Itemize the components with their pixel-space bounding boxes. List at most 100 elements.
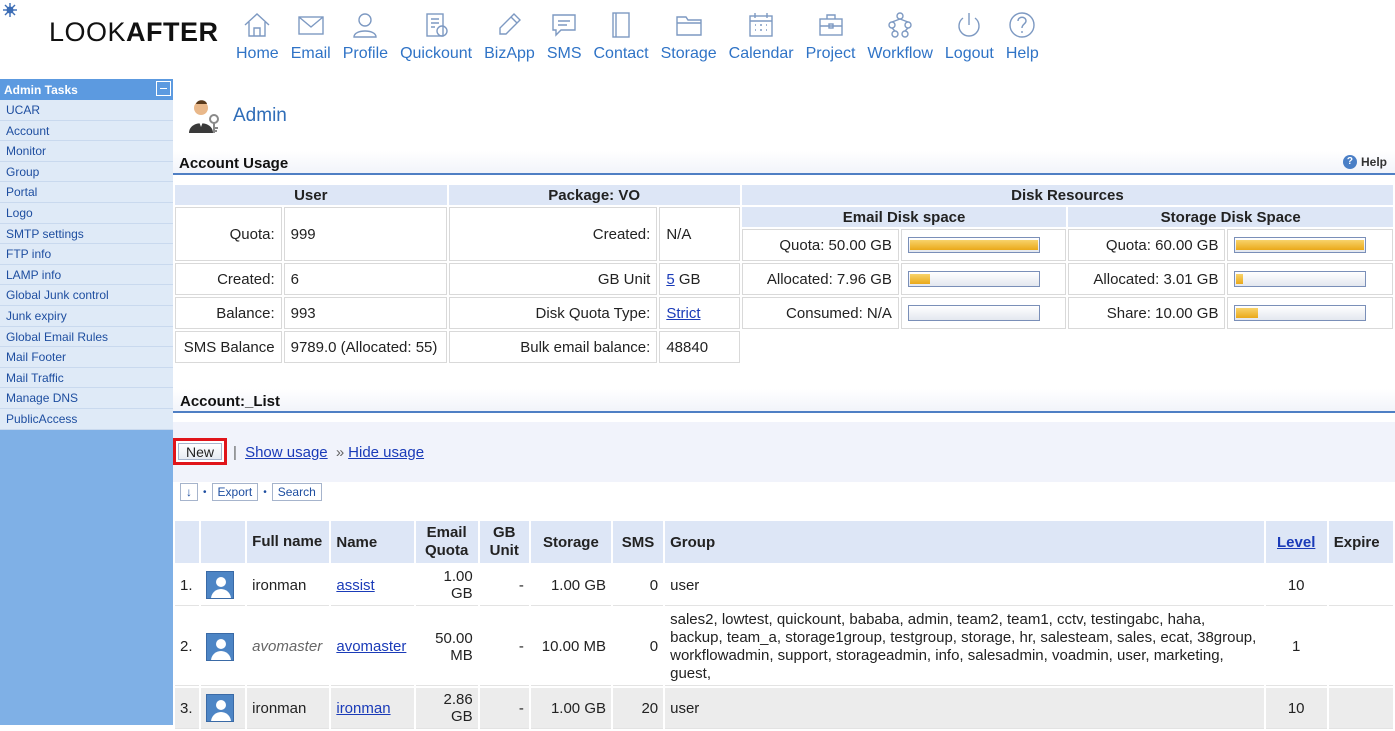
sidebar-item-portal[interactable]: Portal (0, 182, 173, 203)
page-title: Admin (233, 105, 287, 126)
table-row[interactable]: 1. ironman assist 1.00 GB - 1.00 GB 0 us… (175, 565, 1393, 606)
nav-contact-label: Contact (593, 45, 649, 62)
nav-storage-label: Storage (660, 45, 717, 62)
account-usage-title: Account Usage (179, 155, 289, 172)
level-cell: 10 (1265, 688, 1327, 729)
export-button[interactable]: Export (211, 483, 259, 501)
sidebar-item-ucar[interactable]: UCAR (0, 100, 173, 121)
email-disk-header: Email Disk space (741, 207, 1067, 227)
column-email-quota[interactable]: Email Quota (415, 521, 478, 563)
sms-cell: 0 (613, 565, 664, 606)
account-list-title: Account:_List (180, 393, 281, 410)
disk-resources-header: Disk Resources (741, 185, 1393, 205)
storage-quota-fill (1236, 240, 1365, 250)
email-consumed-bar (907, 305, 1040, 321)
sidebar-item-account[interactable]: Account (0, 121, 173, 142)
new-button[interactable]: New (178, 443, 222, 460)
sms-balance-value: 9789.0 (Allocated: 55) (283, 331, 447, 363)
storage-cell: 1.00 GB (530, 688, 611, 729)
column-name[interactable]: Name (331, 521, 414, 563)
main-content: Admin Account Usage ? Help User Package:… (173, 79, 1395, 729)
column-group[interactable]: Group (665, 521, 1264, 563)
nav-bizapp[interactable]: BizApp (478, 10, 541, 63)
sidebar-item-monitor[interactable]: Monitor (0, 141, 173, 162)
sidebar-item-smtp-settings[interactable]: SMTP settings (0, 224, 173, 245)
email-allocated-label: Allocated: 7.96 GB (741, 263, 899, 295)
sidebar-item-lamp-info[interactable]: LAMP info (0, 265, 173, 286)
email-quota-cell: 50.00 MB (415, 608, 478, 686)
email-quota-cell: 2.86 GB (415, 688, 478, 729)
sidebar-item-junk-expiry[interactable]: Junk expiry (0, 306, 173, 327)
hide-usage-link[interactable]: Hide usage (348, 444, 424, 461)
disk-quota-type-label: Disk Quota Type: (448, 297, 658, 329)
sms-cell: 20 (613, 688, 664, 729)
lookafter-logo[interactable]: LOOKAFTER (49, 17, 219, 48)
nav-logout[interactable]: Logout (939, 10, 1000, 63)
table-row[interactable]: 2. avomaster avomaster 50.00 MB - 10.00 … (175, 608, 1393, 686)
expire-cell (1328, 688, 1393, 729)
email-quota-label: Quota: 50.00 GB (741, 229, 899, 261)
column-sms[interactable]: SMS (613, 521, 664, 563)
nav-project[interactable]: Project (800, 10, 862, 63)
nav-sms[interactable]: SMS (541, 10, 588, 63)
sidebar-item-publicaccess[interactable]: PublicAccess (0, 409, 173, 430)
sidebar-item-ftp-info[interactable]: FTP info (0, 244, 173, 265)
column-gb-unit[interactable]: GB Unit (479, 521, 529, 563)
nav-email[interactable]: Email (285, 10, 337, 63)
user-avatar-icon[interactable] (206, 632, 235, 661)
sidebar-item-global-junk-control[interactable]: Global Junk control (0, 285, 173, 306)
sidebar-item-manage-dns[interactable]: Manage DNS (0, 388, 173, 409)
gb-unit-cell: - (479, 608, 529, 686)
email-icon (297, 16, 324, 35)
sidebar-item-logo[interactable]: Logo (0, 203, 173, 224)
logo-text-look: LOOK (49, 17, 127, 47)
account-name-link[interactable]: ironman (336, 700, 390, 717)
table-row[interactable]: 3. ironman ironman 2.86 GB - 1.00 GB 20 … (175, 688, 1393, 729)
nav-contact[interactable]: Contact (587, 10, 654, 63)
account-name-link[interactable]: assist (336, 577, 374, 594)
nav-storage[interactable]: Storage (655, 10, 723, 63)
disk-quota-type-link[interactable]: Strict (666, 305, 700, 322)
logo-text-after: AFTER (126, 17, 219, 47)
nav-home[interactable]: Home (230, 10, 285, 63)
sidebar-item-global-email-rules[interactable]: Global Email Rules (0, 327, 173, 348)
home-icon (244, 13, 270, 37)
column-level-link[interactable]: Level (1277, 534, 1315, 551)
quota-value: 999 (283, 207, 447, 261)
column-storage[interactable]: Storage (530, 521, 611, 563)
nav-quickount[interactable]: Quickount (394, 10, 478, 63)
show-usage-link[interactable]: Show usage (245, 444, 328, 461)
account-name-link[interactable]: avomaster (336, 638, 406, 655)
sidebar-item-mail-traffic[interactable]: Mail Traffic (0, 368, 173, 389)
group-cell: user (665, 565, 1264, 606)
nav-help[interactable]: Help (1000, 10, 1045, 63)
row-index: 3. (175, 688, 200, 729)
workflow-icon (888, 12, 912, 38)
sidebar-item-mail-footer[interactable]: Mail Footer (0, 347, 173, 368)
collapse-icon[interactable] (156, 81, 171, 96)
contact-icon (612, 12, 630, 38)
column-expire[interactable]: Expire (1328, 521, 1393, 563)
gb-unit-cell: 5 GB (659, 263, 740, 295)
sms-icon (552, 14, 576, 37)
email-allocated-bar (907, 271, 1040, 287)
email-quota-cell: 1.00 GB (415, 565, 478, 606)
row-index: 2. (175, 608, 200, 686)
email-allocated-fill (909, 274, 931, 284)
sidebar-item-group[interactable]: Group (0, 162, 173, 183)
sort-arrow-button[interactable]: ↓ (180, 483, 198, 501)
help-link[interactable]: ? Help (1342, 155, 1387, 169)
nav-calendar[interactable]: Calendar (723, 10, 800, 63)
storage-cell: 10.00 MB (530, 608, 611, 686)
gb-unit-link[interactable]: 5 (666, 271, 674, 288)
avatar-cell (201, 608, 246, 686)
nav-profile[interactable]: Profile (337, 10, 394, 63)
user-avatar-icon[interactable] (206, 571, 235, 599)
storage-quota-label: Quota: 60.00 GB (1068, 229, 1226, 261)
account-toolbar: New | Show usage » Hide usage (173, 422, 1395, 482)
nav-workflow[interactable]: Workflow (861, 10, 939, 63)
column-full-name[interactable]: Full name (247, 521, 330, 563)
user-avatar-icon[interactable] (206, 694, 235, 722)
search-button[interactable]: Search (271, 483, 322, 501)
help-icon (1009, 12, 1035, 38)
